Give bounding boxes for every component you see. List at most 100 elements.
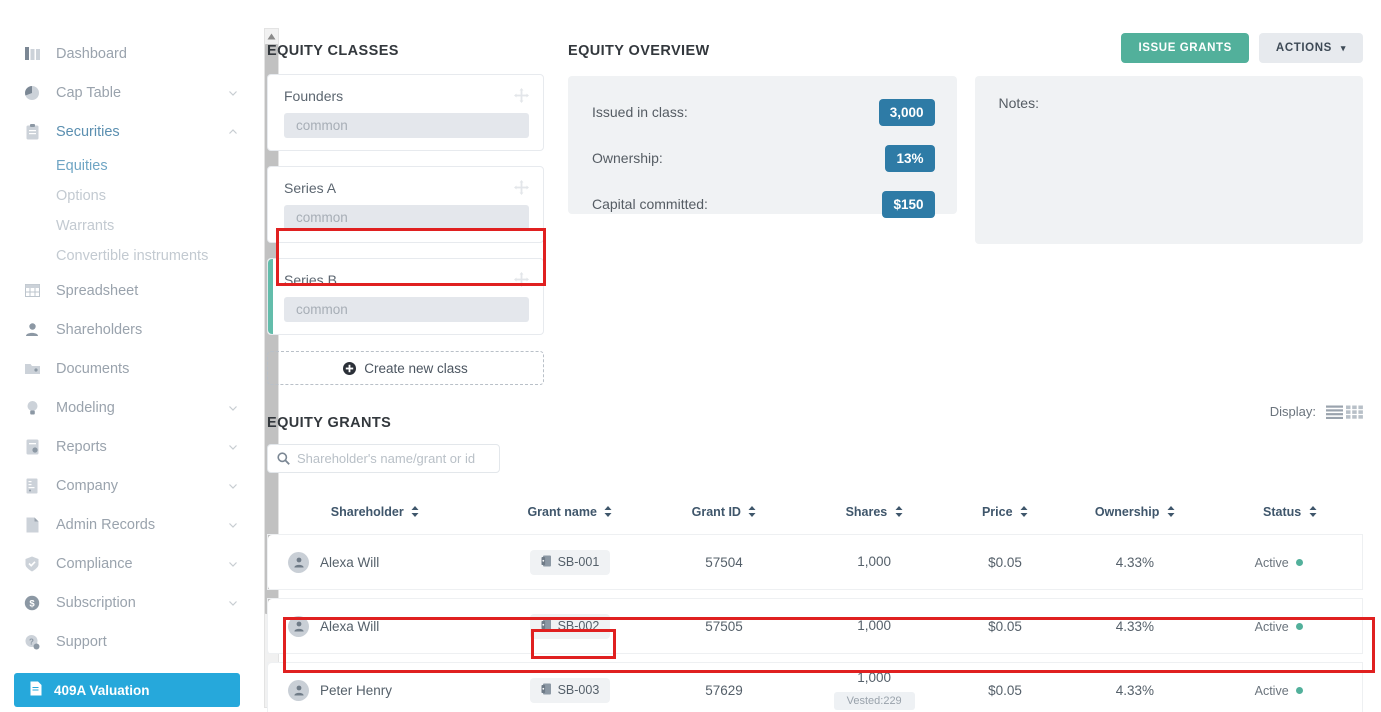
status-label: Active (1254, 619, 1289, 634)
grants-search[interactable] (267, 444, 500, 473)
column-header-price[interactable]: Price (958, 497, 1053, 535)
chevron-down-icon (227, 402, 239, 414)
dollar-circle-icon: $ (22, 593, 42, 613)
sidebar-item-company[interactable]: Company (0, 466, 255, 505)
sidebar-item-support[interactable]: ? Support (0, 622, 255, 661)
dashboard-icon (22, 44, 42, 64)
sidebar-item-label: Company (56, 477, 119, 494)
409a-valuation-button[interactable]: 409A Valuation (14, 673, 240, 707)
equity-class-type: common (284, 205, 529, 230)
sort-icon[interactable] (1309, 506, 1317, 520)
app-root: Dashboard Cap Table Securities Equities … (0, 0, 1381, 712)
stat-row-issued-in-class: Issued in class: 3,000 (592, 95, 935, 129)
sidebar-item-shareholders[interactable]: Shareholders (0, 310, 255, 349)
column-header-shareholder[interactable]: Shareholder (268, 497, 483, 535)
sidebar-subitem-label: Warrants (56, 218, 115, 234)
column-label: Shares (845, 505, 888, 519)
status-dot-icon (1295, 687, 1303, 694)
create-new-class-button[interactable]: Create new class (267, 351, 544, 385)
list-view-icon[interactable] (1326, 405, 1343, 419)
grid-view-icon[interactable] (1346, 405, 1363, 419)
sidebar-item-documents[interactable]: Documents (0, 349, 255, 388)
actions-label: ACTIONS (1275, 42, 1332, 54)
building-icon (22, 476, 42, 496)
column-header-status[interactable]: Status (1217, 497, 1362, 535)
table-body: Alexa Will SB-001 57504 1,000 $0.05 4.33… (267, 534, 1364, 712)
sidebar-item-dashboard[interactable]: Dashboard (0, 34, 255, 73)
move-handle-icon[interactable] (514, 88, 529, 103)
status-dot-icon (1295, 623, 1303, 630)
table-row[interactable]: Alexa Will SB-001 57504 1,000 $0.05 4.33… (267, 534, 1364, 590)
chevron-down-icon (227, 87, 239, 99)
shares-value: 1,000 (857, 670, 892, 686)
sidebar-item-compliance[interactable]: Compliance (0, 544, 255, 583)
notes-label: Notes: (998, 95, 1039, 111)
search-icon (277, 452, 290, 465)
sidebar-item-admin-records[interactable]: Admin Records (0, 505, 255, 544)
sidebar-item-reports[interactable]: Reports (0, 427, 255, 466)
sort-icon[interactable] (748, 506, 756, 520)
chevron-down-icon (227, 558, 239, 570)
sidebar-item-label: Cap Table (56, 84, 122, 101)
equity-class-card-series-a[interactable]: Series A common (267, 166, 544, 243)
sidebar-item-spreadsheet[interactable]: Spreadsheet (0, 271, 255, 310)
grant-name-pill[interactable]: SB-001 (529, 549, 611, 575)
cell-shareholder: Alexa Will (267, 598, 483, 654)
chevron-down-icon: ▾ (1340, 42, 1346, 53)
sidebar-item-label: Reports (56, 438, 107, 455)
column-header-shares[interactable]: Shares (791, 497, 958, 535)
sidebar-subitem-label: Convertible instruments (56, 248, 209, 264)
stat-badge: $150 (882, 190, 935, 218)
cell-shareholder: Peter Henry (267, 662, 483, 712)
svg-text:?: ? (29, 637, 34, 646)
move-handle-icon[interactable] (514, 180, 529, 195)
sidebar-item-subscription[interactable]: $ Subscription (0, 583, 255, 622)
issue-grants-button[interactable]: ISSUE GRANTS (1121, 33, 1249, 63)
grant-name-pill[interactable]: SB-002 (529, 613, 611, 639)
cell-grant-id: 57629 (657, 662, 791, 712)
vested-badge: Vested:229 (833, 691, 915, 710)
sidebar-subitem-options[interactable]: Options (0, 181, 255, 211)
sort-icon[interactable] (895, 506, 903, 520)
equity-class-card-founders[interactable]: Founders common (267, 74, 544, 151)
status-label: Active (1254, 683, 1289, 698)
column-header-grant-name[interactable]: Grant name (483, 497, 658, 535)
cell-price: $0.05 (957, 598, 1053, 654)
stat-label: Issued in class: (592, 104, 688, 120)
table-row[interactable]: Peter Henry SB-003 57629 1,000 Vested:22… (267, 662, 1364, 712)
lightbulb-icon (22, 398, 42, 418)
folder-icon (22, 359, 42, 379)
equity-class-card-series-b[interactable]: Series B common (267, 258, 544, 335)
sidebar-item-modeling[interactable]: Modeling (0, 388, 255, 427)
certificate-icon (541, 619, 552, 634)
column-label: Ownership (1094, 505, 1160, 519)
sort-icon[interactable] (411, 506, 419, 520)
column-header-ownership[interactable]: Ownership (1052, 497, 1217, 535)
stat-label: Capital committed: (592, 196, 708, 212)
stat-badge: 3,000 (878, 98, 935, 126)
sort-icon[interactable] (1167, 506, 1175, 520)
table-row[interactable]: Alexa Will SB-002 57505 1,000 $0.05 4.33… (267, 598, 1364, 654)
cell-grant-name: SB-003 (482, 662, 658, 712)
equity-overview-notes[interactable]: Notes: (974, 76, 1363, 244)
grant-name-pill[interactable]: SB-003 (529, 677, 611, 703)
move-handle-icon[interactable] (514, 272, 529, 287)
sidebar-item-cap-table[interactable]: Cap Table (0, 73, 255, 112)
sidebar-item-securities[interactable]: Securities (0, 112, 255, 151)
sidebar-item-label: Admin Records (56, 516, 156, 533)
document-icon (30, 681, 42, 699)
column-header-grant-id[interactable]: Grant ID (657, 497, 790, 535)
sidebar-subitem-equities[interactable]: Equities (0, 151, 255, 181)
sidebar-subitem-convertible-instruments[interactable]: Convertible instruments (0, 241, 255, 271)
chevron-down-icon (227, 519, 239, 531)
sort-icon[interactable] (1020, 506, 1028, 520)
actions-dropdown-button[interactable]: ACTIONS ▾ (1258, 33, 1363, 63)
shares-value: 1,000 (857, 617, 892, 633)
sidebar-subitem-label: Equities (56, 158, 108, 174)
sidebar-subitem-warrants[interactable]: Warrants (0, 211, 255, 241)
search-input[interactable] (297, 451, 490, 466)
sort-icon[interactable] (604, 506, 612, 520)
cell-shares: 1,000 (790, 534, 958, 590)
equity-class-name: Founders (284, 88, 344, 104)
column-label: Status (1263, 505, 1302, 519)
